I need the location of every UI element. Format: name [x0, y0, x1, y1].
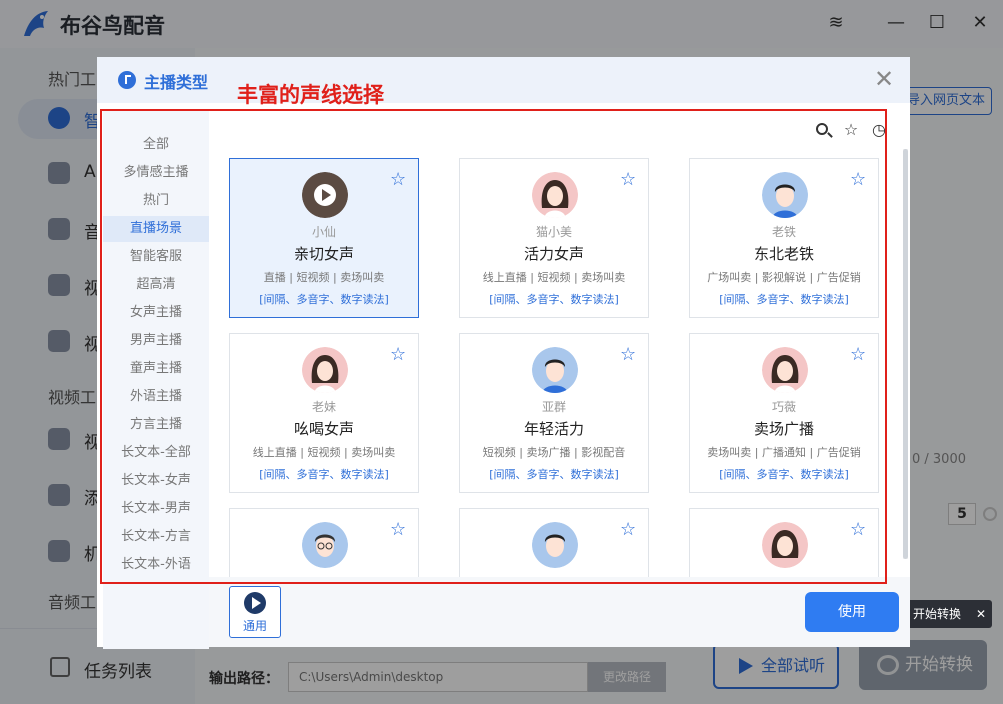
category-emotional[interactable]: 多情感主播: [103, 160, 209, 186]
play-circle-icon: [244, 592, 266, 614]
favorite-star-icon[interactable]: ☆: [850, 519, 866, 540]
favorite-star-icon[interactable]: ☆: [620, 519, 636, 540]
voice-style: 活力女声: [523, 245, 584, 263]
female-avatar-icon: [302, 347, 348, 393]
favorite-star-icon[interactable]: ☆: [390, 519, 406, 540]
voice-card[interactable]: ☆ 老妹 吆喝女声 线上直播 | 短视频 | 卖场叫卖 [间隔、多音字、数字读法…: [229, 333, 419, 493]
category-ultra-hd[interactable]: 超高清: [103, 272, 209, 298]
voice-tags: 线上直播 | 短视频 | 卖场叫卖: [482, 271, 626, 284]
convert-tooltip: 开始转换 ✕: [907, 600, 992, 628]
male-avatar-icon: [532, 347, 578, 393]
tooltip-text: 开始转换: [913, 607, 962, 621]
voice-card[interactable]: ☆ 巧薇 卖场广播 卖场叫卖 | 广播通知 | 广告促销 [间隔、多音字、数字读…: [689, 333, 879, 493]
dialog-footer: 通用 使用: [209, 577, 910, 647]
history-icon[interactable]: ◷: [870, 121, 888, 139]
category-female[interactable]: 女声主播: [103, 300, 209, 326]
voice-tags: 直播 | 短视频 | 卖场叫卖: [263, 271, 385, 284]
male-avatar-icon: [762, 172, 808, 218]
category-list: 全部 多情感主播 热门 直播场景 智能客服 超高清 女声主播 男声主播 童声主播…: [103, 111, 209, 649]
voice-card[interactable]: ☆ 老铁 东北老铁 广场叫卖 | 影视解说 | 广告促销 [间隔、多音字、数字读…: [689, 158, 879, 318]
annotation-text: 丰富的声线选择: [237, 83, 384, 107]
voice-name: 老铁: [771, 225, 796, 239]
tooltip-close-icon[interactable]: ✕: [976, 600, 986, 628]
voice-features: [间隔、多音字、数字读法]: [719, 468, 849, 481]
voice-tags: 短视频 | 卖场广播 | 影视配音: [482, 446, 626, 459]
favorite-star-icon[interactable]: ☆: [390, 169, 406, 190]
voice-card[interactable]: ☆: [229, 508, 419, 577]
voice-tags: 卖场叫卖 | 广播通知 | 广告促销: [707, 446, 861, 459]
search-icon[interactable]: [815, 122, 833, 140]
dialog-title: 主播类型: [144, 73, 209, 92]
category-long-male[interactable]: 长文本-男声: [103, 496, 209, 522]
voice-style: 亲切女声: [293, 245, 354, 263]
dialog-close-button[interactable]: ✕: [872, 65, 896, 93]
voice-type-dialog: 主播类型 ✕ 丰富的声线选择 全部 多情感主播 热门 直播场景 智能客服 超高清…: [97, 57, 910, 649]
favorite-star-icon[interactable]: ☆: [850, 169, 866, 190]
voice-name: 亚群: [541, 400, 566, 414]
category-all[interactable]: 全部: [103, 132, 209, 158]
favorite-star-icon[interactable]: ☆: [850, 344, 866, 365]
voice-style: 卖场广播: [753, 420, 814, 438]
category-long-dialect[interactable]: 长文本-方言: [103, 524, 209, 550]
voice-card[interactable]: ☆: [459, 508, 649, 577]
category-service[interactable]: 智能客服: [103, 244, 209, 270]
voice-name: 巧薇: [771, 400, 796, 414]
general-voice-button[interactable]: 通用: [229, 586, 281, 638]
voice-features: [间隔、多音字、数字读法]: [489, 293, 619, 306]
dialog-header: 主播类型 ✕: [97, 57, 910, 103]
scrollbar-thumb[interactable]: [903, 149, 908, 559]
category-child[interactable]: 童声主播: [103, 356, 209, 382]
category-hot[interactable]: 热门: [103, 188, 209, 214]
category-dialect[interactable]: 方言主播: [103, 412, 209, 438]
general-label: 通用: [242, 619, 267, 633]
voice-style: 年轻活力: [523, 420, 584, 438]
voice-features: [间隔、多音字、数字读法]: [259, 293, 389, 306]
favorite-star-icon[interactable]: ☆: [620, 169, 636, 190]
voice-features: [间隔、多音字、数字读法]: [719, 293, 849, 306]
male-avatar-icon: [532, 522, 578, 568]
voice-style: 东北老铁: [753, 245, 814, 263]
category-foreign[interactable]: 外语主播: [103, 384, 209, 410]
female-avatar-icon: [762, 522, 808, 568]
favorite-star-icon[interactable]: ☆: [390, 344, 406, 365]
voice-name: 小仙: [311, 225, 336, 239]
voice-features: [间隔、多音字、数字读法]: [259, 468, 389, 481]
category-long-foreign[interactable]: 长文本-外语: [103, 552, 209, 578]
voice-tags: 广场叫卖 | 影视解说 | 广告促销: [707, 271, 861, 284]
voice-name: 老妹: [311, 400, 336, 414]
voice-card[interactable]: ☆ 小仙 亲切女声 直播 | 短视频 | 卖场叫卖 [间隔、多音字、数字读法]: [229, 158, 419, 318]
voice-features: [间隔、多音字、数字读法]: [489, 468, 619, 481]
voice-card[interactable]: ☆ 猫小美 活力女声 线上直播 | 短视频 | 卖场叫卖 [间隔、多音字、数字读…: [459, 158, 649, 318]
voice-card[interactable]: ☆: [689, 508, 879, 577]
voice-name: 猫小美: [535, 225, 572, 239]
category-long-all[interactable]: 长文本-全部: [103, 440, 209, 466]
category-long-female[interactable]: 长文本-女声: [103, 468, 209, 494]
avatar-playing-icon[interactable]: [302, 172, 348, 218]
music-note-icon: [118, 71, 136, 89]
female-avatar-icon: [762, 347, 808, 393]
voice-card-grid: ☆ 小仙 亲切女声 直播 | 短视频 | 卖场叫卖 [间隔、多音字、数字读法] …: [209, 149, 899, 577]
use-button[interactable]: 使用: [805, 592, 899, 632]
category-live[interactable]: 直播场景: [103, 216, 209, 242]
category-male[interactable]: 男声主播: [103, 328, 209, 354]
female-avatar-icon: [532, 172, 578, 218]
favorite-star-icon[interactable]: ☆: [620, 344, 636, 365]
male-glasses-avatar-icon: [302, 522, 348, 568]
voice-style: 吆喝女声: [293, 420, 354, 438]
star-icon[interactable]: ☆: [842, 121, 860, 139]
voice-tags: 线上直播 | 短视频 | 卖场叫卖: [252, 446, 396, 459]
voice-card[interactable]: ☆ 亚群 年轻活力 短视频 | 卖场广播 | 影视配音 [间隔、多音字、数字读法…: [459, 333, 649, 493]
